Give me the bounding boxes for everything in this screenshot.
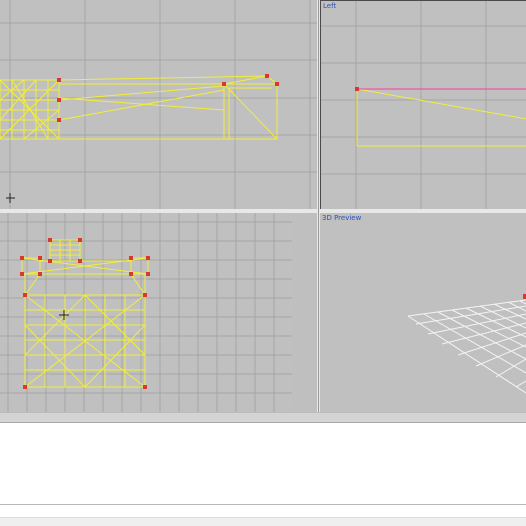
viewport-3d-canvas[interactable] — [320, 213, 526, 412]
viewport-top[interactable] — [0, 0, 317, 209]
viewport-3d-ground-grid — [407, 299, 526, 394]
properties-panel — [0, 422, 526, 504]
viewport-left-vertex — [355, 87, 359, 91]
viewport-left-label: Left — [323, 2, 337, 10]
viewport-top-canvas[interactable] — [0, 0, 317, 209]
viewport-front[interactable] — [0, 213, 317, 412]
viewport-top-origin-cross — [6, 193, 15, 203]
viewport-left-canvas[interactable] — [321, 1, 526, 209]
viewport-left[interactable]: Left — [320, 0, 526, 209]
viewport-left-grid — [321, 1, 526, 209]
viewport-splitter-line — [318, 0, 319, 424]
viewport-status-strip — [0, 412, 526, 422]
viewport-3d-label: 3D Preview — [322, 214, 362, 222]
viewport-front-edge-shade — [292, 213, 317, 412]
viewport-splitter-horizontal[interactable] — [0, 209, 526, 213]
viewport-front-origin-cross — [59, 310, 69, 320]
viewport-front-canvas[interactable] — [0, 213, 317, 412]
status-bar-edge — [0, 517, 526, 526]
viewport-3d-preview[interactable]: 3D Preview — [320, 213, 526, 412]
viewport-front-wireframe — [21, 239, 149, 388]
